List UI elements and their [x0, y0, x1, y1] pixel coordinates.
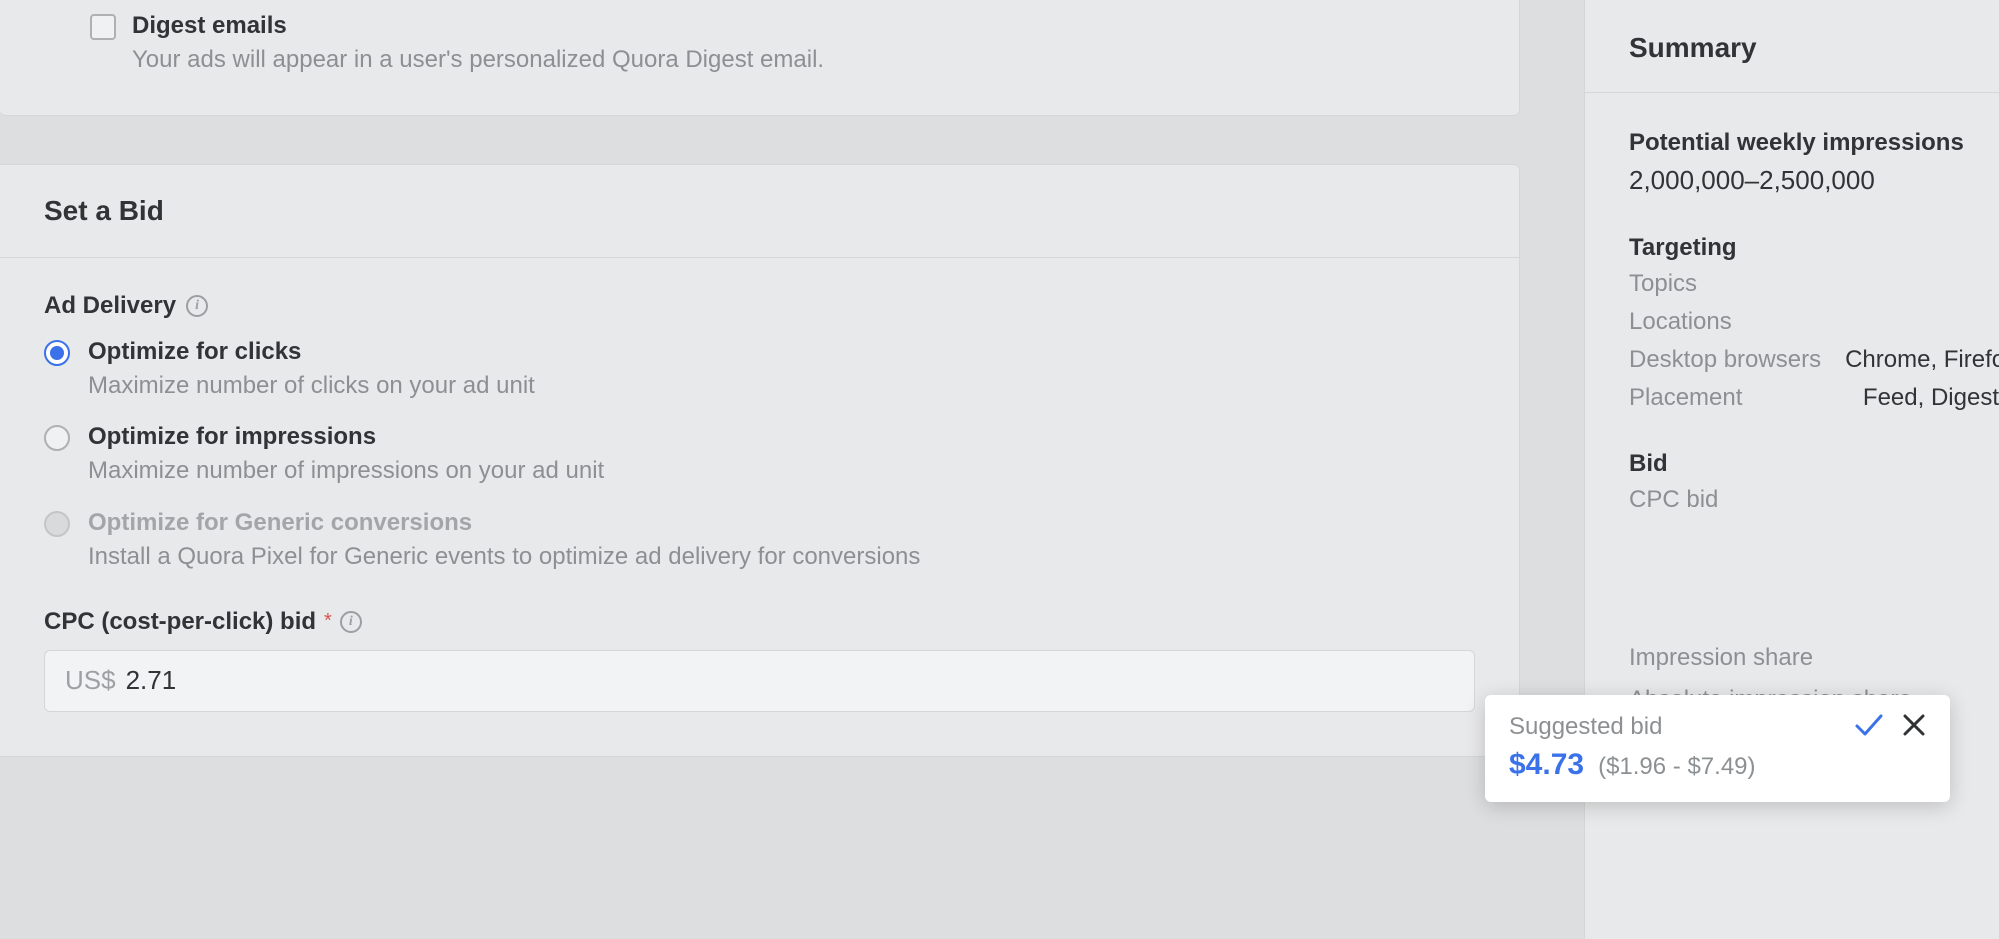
info-icon[interactable]: i	[340, 611, 362, 633]
optimize-clicks-title: Optimize for clicks	[88, 338, 1475, 366]
optimize-conversions-title: Optimize for Generic conversions	[88, 509, 1475, 537]
impression-share-label: Impression share	[1629, 644, 1813, 672]
optimize-conversions-desc: Install a Quora Pixel for Generic events…	[88, 541, 1475, 572]
targeting-locations-key: Locations	[1629, 308, 1732, 336]
digest-checkbox[interactable]	[90, 14, 116, 40]
cpc-bid-input[interactable]	[126, 665, 326, 696]
optimize-clicks-desc: Maximize number of clicks on your ad uni…	[88, 370, 1475, 401]
targeting-browsers-val: Chrome, Firefox, Safari, Other	[1845, 346, 1999, 374]
info-icon[interactable]: i	[186, 295, 208, 317]
impressions-value: 2,000,000–2,500,000	[1629, 165, 1999, 196]
ad-delivery-radio-group: Optimize for clicks Maximize number of c…	[44, 338, 1475, 572]
optimize-conversions-row: Optimize for Generic conversions Install…	[44, 509, 1475, 572]
placement-digest-row[interactable]: Digest emails Your ads will appear in a …	[0, 0, 1519, 87]
bid-card: Set a Bid Ad Delivery i Optimize for cli…	[0, 164, 1520, 757]
suggested-bid-value: $4.73	[1509, 748, 1584, 782]
targeting-placement-val: Feed, Digest	[1863, 384, 1999, 412]
required-star: *	[324, 610, 332, 633]
accept-icon[interactable]	[1854, 713, 1884, 742]
targeting-placement-key: Placement	[1629, 384, 1742, 412]
bid-header-title: Set a Bid	[44, 195, 1475, 227]
optimize-clicks-row[interactable]: Optimize for clicks Maximize number of c…	[44, 338, 1475, 401]
suggested-bid-title: Suggested bid	[1509, 713, 1662, 741]
impressions-label: Potential weekly impressions	[1629, 129, 1999, 157]
optimize-impressions-desc: Maximize number of impressions on your a…	[88, 455, 1475, 486]
cpc-bid-key: CPC bid	[1629, 486, 1718, 514]
placements-card: Digest emails Your ads will appear in a …	[0, 0, 1520, 116]
targeting-label: Targeting	[1629, 234, 1999, 262]
targeting-topics-key: Topics	[1629, 270, 1697, 298]
cpc-label: CPC (cost-per-click) bid	[44, 608, 316, 636]
summary-title: Summary	[1585, 0, 1999, 93]
optimize-conversions-radio	[44, 511, 70, 537]
cpc-label-row: CPC (cost-per-click) bid * i	[44, 608, 1475, 636]
optimize-impressions-title: Optimize for impressions	[88, 423, 1475, 451]
cpc-bid-input-wrap[interactable]: US$	[44, 650, 1475, 712]
bid-header: Set a Bid	[0, 165, 1519, 258]
ad-delivery-label: Ad Delivery	[44, 292, 176, 320]
digest-desc: Your ads will appear in a user's persona…	[132, 44, 1475, 75]
ad-delivery-label-row: Ad Delivery i	[44, 292, 1475, 320]
optimize-impressions-radio[interactable]	[44, 425, 70, 451]
suggested-bid-tooltip: Suggested bid $4.73 ($1.96 - $7.49)	[1485, 695, 1950, 802]
close-icon[interactable]	[1902, 713, 1926, 742]
optimize-impressions-row[interactable]: Optimize for impressions Maximize number…	[44, 423, 1475, 486]
targeting-browsers-key: Desktop browsers	[1629, 346, 1821, 374]
currency-prefix: US$	[65, 665, 116, 696]
digest-title: Digest emails	[132, 12, 1475, 40]
bid-section-label: Bid	[1629, 450, 1999, 478]
suggested-bid-range: ($1.96 - $7.49)	[1598, 753, 1755, 781]
optimize-clicks-radio[interactable]	[44, 340, 70, 366]
